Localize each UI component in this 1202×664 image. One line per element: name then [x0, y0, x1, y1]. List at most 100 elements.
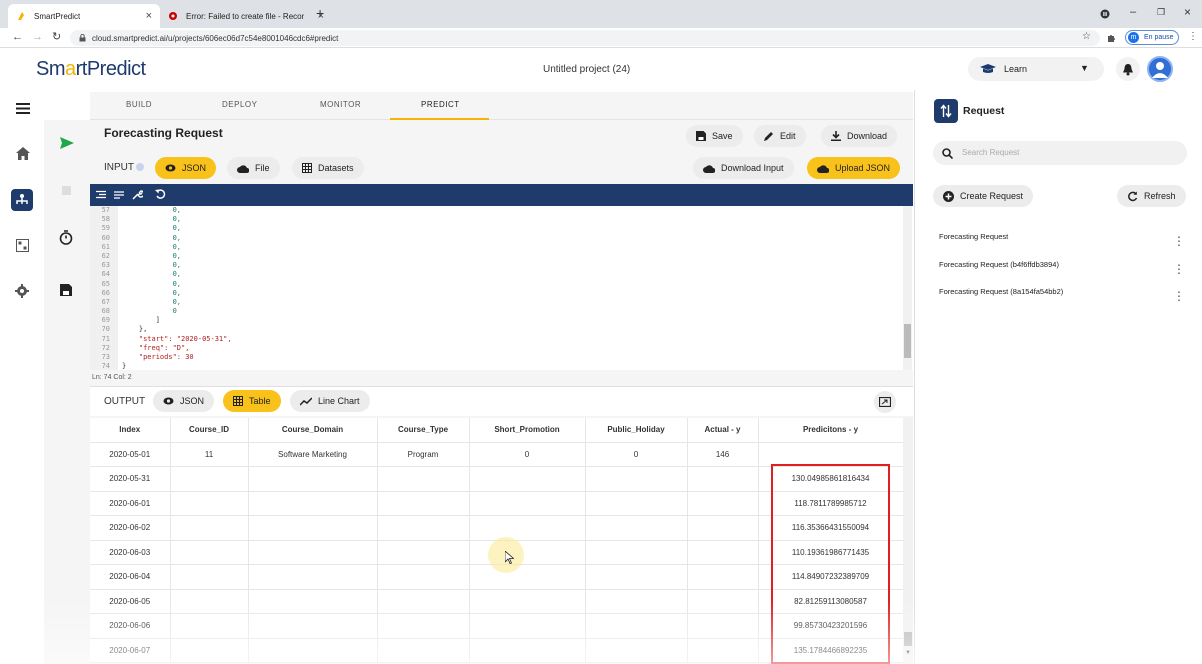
- address-bar: ← → ↻ cloud.smartpredict.ai/u/projects/6…: [0, 28, 1202, 48]
- run-icon[interactable]: [60, 137, 74, 149]
- save-button[interactable]: Save: [686, 125, 743, 147]
- expand-output-button[interactable]: [874, 391, 896, 413]
- hamburger-menu-icon[interactable]: [16, 103, 30, 114]
- extensions-icon[interactable]: [1106, 33, 1116, 43]
- editor-scrollbar[interactable]: [903, 206, 912, 370]
- learn-dropdown[interactable]: Learn ▼: [968, 57, 1104, 81]
- output-table-tab[interactable]: Table: [223, 390, 281, 412]
- back-icon[interactable]: ←: [12, 31, 23, 43]
- format-icon[interactable]: [96, 190, 106, 200]
- column-header[interactable]: Course_Type: [377, 418, 470, 443]
- more-options-icon[interactable]: ⋮: [1173, 263, 1185, 275]
- scroll-down-arrow-icon[interactable]: ▼: [905, 650, 911, 656]
- request-panel-title: Request: [963, 105, 1005, 117]
- new-tab-icon[interactable]: +: [316, 5, 324, 21]
- input-datasets-tab[interactable]: Datasets: [292, 157, 364, 179]
- editor-status: Ln: 74 Col: 2: [92, 374, 132, 381]
- maximize-icon[interactable]: ❐: [1157, 7, 1165, 18]
- download-label: Download: [847, 131, 888, 141]
- close-tab-icon[interactable]: ×: [146, 10, 152, 22]
- edit-button[interactable]: Edit: [754, 125, 806, 147]
- input-json-label: JSON: [182, 163, 207, 173]
- tab-monitor[interactable]: MONITOR: [320, 100, 361, 109]
- tab-deploy[interactable]: DEPLOY: [222, 100, 257, 109]
- line-number: 70: [101, 325, 110, 334]
- line-number: 67: [101, 297, 110, 306]
- minimize-icon[interactable]: –: [1130, 6, 1136, 18]
- code-line: },: [122, 325, 148, 334]
- close-window-icon[interactable]: ×: [1184, 5, 1191, 19]
- refresh-button[interactable]: Refresh: [1117, 185, 1186, 207]
- save-disk-icon[interactable]: [60, 284, 72, 296]
- code-line: 0,: [122, 206, 182, 214]
- table-scroll-thumb[interactable]: [904, 632, 912, 646]
- reload-icon[interactable]: ↻: [52, 30, 61, 43]
- code-line: 0,: [122, 242, 182, 251]
- forward-icon[interactable]: →: [32, 31, 43, 43]
- tool-rail: [44, 120, 90, 664]
- download-input-button[interactable]: Download Input: [693, 157, 794, 179]
- column-header[interactable]: Public_Holiday: [585, 418, 688, 443]
- upload-json-button[interactable]: Upload JSON: [807, 157, 901, 179]
- column-header[interactable]: Course_Domain: [248, 418, 378, 443]
- more-options-icon[interactable]: ⋮: [1173, 290, 1185, 302]
- browser-menu-icon[interactable]: ⋮: [1188, 31, 1198, 42]
- user-avatar[interactable]: [1147, 56, 1173, 82]
- url-field[interactable]: cloud.smartpredict.ai/u/projects/606ec06…: [70, 30, 1100, 46]
- request-list-item[interactable]: Forecasting Request (b4f6ffdb3894): [939, 260, 1059, 269]
- browser-tab-title: Error: Failed to create file - Recor: [186, 11, 305, 21]
- table-cell: [377, 564, 470, 590]
- column-header[interactable]: Index: [90, 418, 171, 443]
- code-line: ]: [122, 316, 160, 325]
- output-line-chart-tab[interactable]: Line Chart: [290, 390, 370, 412]
- column-header[interactable]: Course_ID: [170, 418, 249, 443]
- browser-tab-smartpredict[interactable]: SmartPredict ×: [8, 4, 160, 28]
- search-request-input[interactable]: Search Request: [933, 141, 1187, 165]
- undo-icon[interactable]: [155, 189, 166, 200]
- table-cell: 2020-06-02: [90, 515, 171, 541]
- app-header: SmartPredict Untitled project (24) Learn…: [0, 48, 1202, 90]
- table-header-row: Index Course_ID Course_Domain Course_Type Sh…: [90, 418, 904, 443]
- code-line: 0,: [122, 251, 182, 260]
- gear-icon[interactable]: [15, 284, 29, 298]
- column-header[interactable]: Actual - y: [687, 418, 759, 443]
- output-json-tab[interactable]: JSON: [153, 390, 215, 412]
- compact-icon[interactable]: [114, 190, 124, 200]
- media-icon[interactable]: [1100, 9, 1110, 19]
- notifications-button[interactable]: [1116, 57, 1140, 81]
- tab-build[interactable]: BUILD: [126, 100, 152, 109]
- input-json-tab[interactable]: JSON: [155, 157, 217, 179]
- request-list-item[interactable]: Forecasting Request (8a154fa54bb2): [939, 287, 1063, 296]
- code-area[interactable]: 0, 0, 0, 0, 0, 0, 0, 0, 0, 0, 0, 0 ] }, …: [122, 206, 232, 371]
- timer-icon[interactable]: [59, 230, 73, 245]
- column-header[interactable]: Short_Promotion: [469, 418, 586, 443]
- stop-icon[interactable]: [62, 186, 71, 195]
- code-line: 0,: [122, 270, 182, 279]
- table-cell: [248, 540, 378, 565]
- projects-nav-button[interactable]: [11, 189, 33, 211]
- create-request-button[interactable]: Create Request: [933, 185, 1034, 207]
- table-cell: [585, 466, 688, 492]
- table-scrollbar[interactable]: ▼: [903, 418, 913, 664]
- more-options-icon[interactable]: ⋮: [1173, 235, 1185, 247]
- table-cell: [687, 564, 759, 590]
- column-header[interactable]: Predicitons - y: [758, 418, 904, 443]
- profile-pause-pill[interactable]: m En pause: [1125, 30, 1179, 45]
- json-editor[interactable]: 57 58 59 60 61 62 63 64 65 66 67 68 69 70 71 72 73 74 0, …: [90, 206, 913, 370]
- tab-predict[interactable]: PREDICT: [421, 100, 460, 109]
- wrench-icon[interactable]: [132, 189, 143, 200]
- smartpredict-logo[interactable]: SmartPredict: [36, 58, 146, 81]
- left-rail: [0, 90, 44, 664]
- table-cell: 2020-06-04: [90, 564, 171, 590]
- dataset-grid-icon[interactable]: [16, 239, 29, 252]
- download-button[interactable]: Download: [821, 125, 898, 147]
- browser-tab-error[interactable]: Error: Failed to create file - Recor ×: [160, 4, 332, 28]
- bookmark-star-icon[interactable]: ☆: [1082, 31, 1091, 42]
- request-list-item[interactable]: Forecasting Request: [939, 232, 1008, 241]
- cloud-download-icon: [703, 164, 715, 173]
- editor-scroll-thumb[interactable]: [904, 324, 911, 358]
- home-icon[interactable]: [16, 147, 30, 160]
- edit-label: Edit: [780, 131, 796, 141]
- table-icon: [302, 163, 312, 173]
- input-file-tab[interactable]: File: [227, 157, 280, 179]
